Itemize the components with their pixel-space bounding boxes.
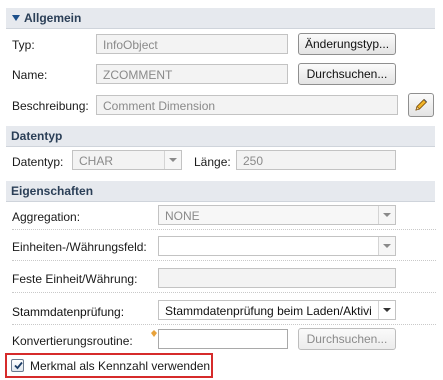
- checkmark-icon: [13, 360, 24, 374]
- required-marker-icon: [151, 326, 157, 337]
- unit-field-label: Einheiten-/Währungsfeld:: [12, 240, 147, 254]
- pencil-icon: [413, 97, 429, 119]
- row-divider: [12, 292, 436, 293]
- master-check-select[interactable]: Stammdatenprüfung beim Laden/Aktivi: [158, 300, 396, 320]
- master-check-label: Stammdatenprüfung:: [12, 305, 125, 319]
- dropdown-arrow: [378, 206, 395, 224]
- datatype-label: Datentyp:: [12, 155, 64, 169]
- length-label: Länge:: [194, 155, 231, 169]
- fixed-unit-label: Feste Einheit/Währung:: [12, 272, 138, 286]
- conversion-browse-button[interactable]: Durchsuchen...: [298, 328, 396, 350]
- row-divider: [12, 229, 436, 230]
- dropdown-arrow[interactable]: [378, 301, 395, 319]
- conversion-input[interactable]: [158, 329, 288, 349]
- aggregation-select: NONE: [158, 205, 396, 225]
- type-label: Typ:: [12, 38, 35, 52]
- change-type-button[interactable]: Änderungstyp...: [298, 33, 396, 55]
- collapse-triangle-icon[interactable]: [12, 15, 20, 21]
- keyfigure-checkbox[interactable]: [11, 359, 24, 372]
- master-check-value: Stammdatenprüfung beim Laden/Aktivi: [165, 304, 372, 318]
- aggregation-label: Aggregation:: [12, 210, 81, 224]
- browse-button[interactable]: Durchsuchen...: [298, 63, 396, 85]
- dropdown-arrow: [378, 237, 395, 255]
- conversion-label: Konvertierungsroutine:: [12, 334, 133, 348]
- length-field: 250: [236, 150, 396, 170]
- datatype-value: CHAR: [79, 154, 114, 168]
- dropdown-arrow: [164, 151, 181, 169]
- name-label: Name:: [12, 68, 48, 82]
- type-field: InfoObject: [96, 34, 288, 54]
- row-divider: [12, 260, 436, 261]
- chevron-down-icon: [169, 158, 177, 162]
- fixed-unit-field: [158, 268, 396, 288]
- section-title: Datentyp: [11, 129, 63, 143]
- section-header-datatype: Datentyp: [6, 126, 435, 147]
- aggregation-value: NONE: [165, 209, 200, 223]
- datatype-select: CHAR: [72, 150, 182, 170]
- section-header-properties: Eigenschaften: [6, 181, 435, 202]
- row-divider: [12, 324, 436, 325]
- chevron-down-icon: [383, 244, 391, 248]
- chevron-down-icon: [383, 308, 391, 312]
- name-field: ZCOMMENT: [96, 64, 288, 84]
- section-title: Allgemein: [24, 11, 82, 25]
- chevron-down-icon: [383, 213, 391, 217]
- section-title: Eigenschaften: [11, 184, 94, 198]
- unit-field-select: [158, 236, 396, 256]
- keyfigure-checkbox-label[interactable]: Merkmal als Kennzahl verwenden: [30, 359, 210, 373]
- description-field[interactable]: Comment Dimension: [96, 95, 398, 115]
- edit-description-button[interactable]: [408, 93, 434, 117]
- description-label: Beschreibung:: [12, 99, 89, 113]
- section-header-general[interactable]: Allgemein: [6, 8, 435, 29]
